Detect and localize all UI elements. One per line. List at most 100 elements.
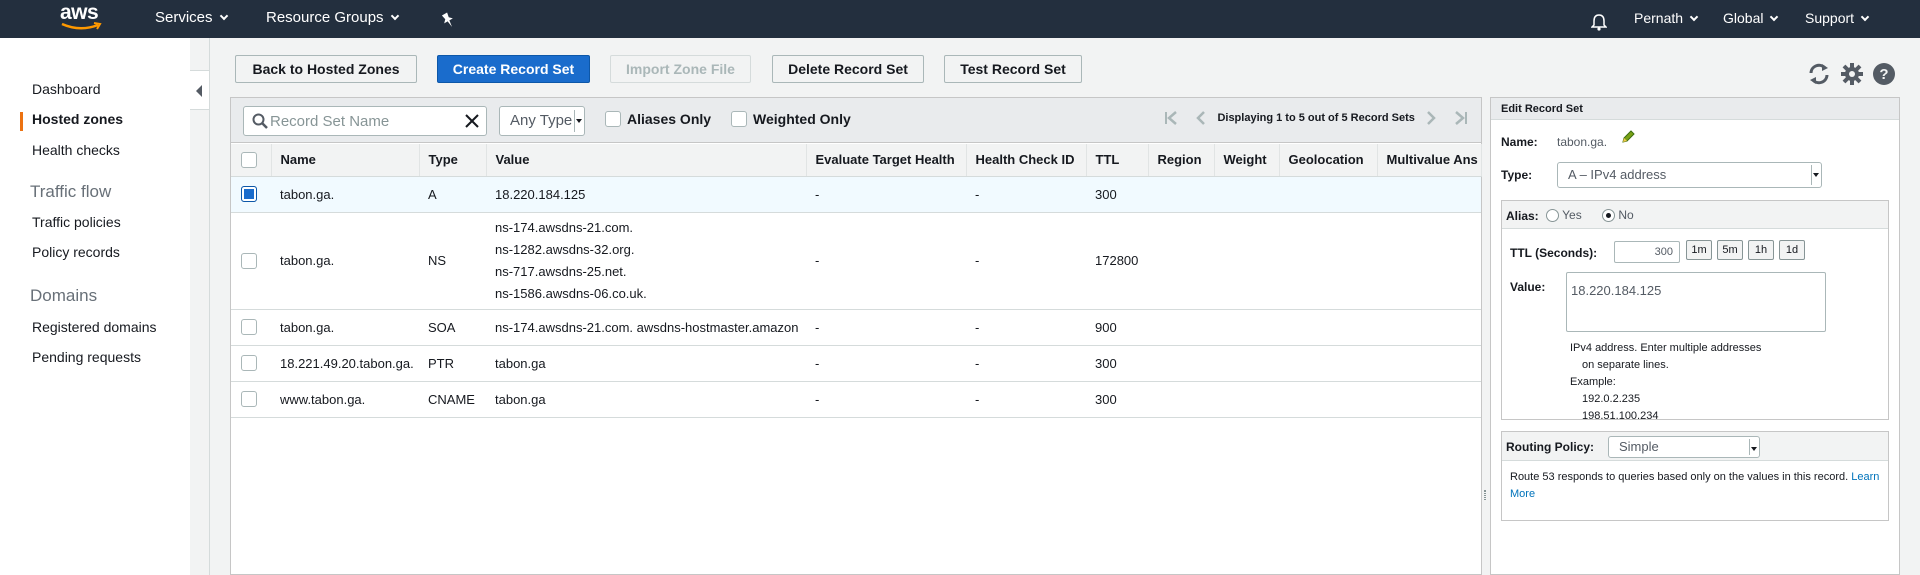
value-cell: ns-174.awsdns-21.com. ns-1282.awsdns-32.… — [486, 212, 806, 310]
record-set-name-input[interactable] — [270, 111, 470, 131]
column-header[interactable]: Health Check ID — [966, 144, 1087, 177]
column-header[interactable]: TTL — [1086, 144, 1149, 177]
column-header[interactable]: Region — [1148, 144, 1215, 177]
ttl-1d-button[interactable]: 1d — [1779, 240, 1805, 260]
sidebar-item-pending-requests[interactable]: Pending requests — [32, 349, 141, 365]
eval-cell: - — [806, 381, 966, 418]
sidebar-item-policy-records[interactable]: Policy records — [32, 244, 120, 260]
table-row[interactable]: tabon.ga. SOA ns-174.awsdns-21.com. awsd… — [231, 309, 1481, 346]
search-box[interactable] — [243, 106, 487, 136]
column-header[interactable]: Evaluate Target Health — [806, 144, 967, 177]
select-all-header — [231, 144, 272, 177]
ttl-input[interactable]: 300 — [1614, 241, 1680, 263]
sidebar-item-traffic-policies[interactable]: Traffic policies — [32, 214, 121, 230]
value-cell: tabon.ga — [486, 345, 806, 382]
import-zone-file-button[interactable]: Import Zone File — [610, 55, 751, 83]
column-header[interactable]: Name — [271, 144, 420, 177]
row-select-cell — [231, 345, 271, 382]
column-header[interactable]: Multivalue Ans — [1377, 144, 1482, 177]
first-page-icon[interactable] — [1163, 110, 1179, 126]
value-line: ns-1586.awsdns-06.co.uk. — [495, 285, 647, 301]
ttl-1h-button[interactable]: 1h — [1748, 240, 1774, 260]
region-label: Global — [1723, 10, 1764, 26]
services-menu[interactable]: Services — [155, 0, 228, 38]
alias-no-label: No — [1618, 208, 1634, 222]
routing-header: Routing Policy: Simple — [1502, 432, 1888, 461]
clear-icon[interactable] — [464, 113, 480, 129]
dropdown-arrow-icon — [574, 110, 582, 132]
bell-icon[interactable] — [1590, 9, 1608, 31]
last-page-icon[interactable] — [1453, 110, 1469, 126]
health-check-cell: - — [966, 212, 1086, 310]
weighted-only-checkbox[interactable] — [731, 111, 747, 128]
column-header[interactable]: Value — [486, 144, 807, 177]
back-to-hosted-zones-button[interactable]: Back to Hosted Zones — [235, 55, 417, 83]
create-record-set-button[interactable]: Create Record Set — [437, 55, 590, 83]
value-help: IPv4 address. Enter multiple addresses o… — [1570, 340, 1761, 425]
row-checkbox[interactable] — [241, 319, 257, 336]
pin-icon[interactable] — [440, 8, 456, 28]
ttl-1m-button[interactable]: 1m — [1686, 240, 1712, 260]
panel-resize-handle[interactable] — [1482, 97, 1490, 575]
multivalue-cell — [1377, 212, 1481, 310]
table-row[interactable]: tabon.ga. A 18.220.184.125 - - 300 — [231, 176, 1481, 213]
value-cell: 18.220.184.125 — [486, 176, 806, 213]
name-value: tabon.ga. — [1557, 135, 1608, 149]
support-label: Support — [1805, 10, 1855, 26]
weighted-only-filter[interactable]: Weighted Only — [731, 111, 851, 128]
record-type-select[interactable]: A – IPv4 address — [1557, 162, 1822, 188]
region-cell — [1148, 345, 1214, 382]
eval-cell: - — [806, 212, 966, 310]
type-cell: PTR — [419, 345, 486, 382]
select-all-checkbox[interactable] — [241, 152, 257, 169]
gear-icon[interactable] — [1840, 62, 1864, 86]
column-header[interactable]: Geolocation — [1279, 144, 1378, 177]
table-row[interactable]: 18.221.49.20.tabon.ga. PTR tabon.ga - - … — [231, 345, 1481, 382]
alias-yes-radio[interactable] — [1546, 209, 1559, 223]
aliases-only-filter[interactable]: Aliases Only — [605, 111, 711, 128]
support-menu[interactable]: Support — [1805, 0, 1870, 38]
sidebar-item-registered-domains[interactable]: Registered domains — [32, 319, 157, 335]
refresh-icon[interactable] — [1807, 62, 1831, 86]
pencil-icon[interactable] — [1621, 130, 1635, 144]
value-cell: tabon.ga — [486, 381, 806, 418]
sidebar-item-dashboard[interactable]: Dashboard — [32, 81, 101, 97]
resource-groups-label: Resource Groups — [266, 9, 384, 26]
previous-page-icon[interactable] — [1194, 110, 1208, 126]
column-header[interactable]: Type — [419, 144, 487, 177]
learn-link-text: Learn — [1851, 471, 1880, 483]
delete-record-set-button[interactable]: Delete Record Set — [772, 55, 924, 83]
resource-groups-menu[interactable]: Resource Groups — [266, 0, 399, 38]
aws-logo[interactable]: aws — [60, 2, 104, 34]
sidebar-collapse-button[interactable] — [190, 70, 210, 110]
aliases-only-label: Aliases Only — [627, 111, 712, 127]
ttl-cell: 300 — [1086, 381, 1148, 418]
user-menu[interactable]: Pernath — [1634, 0, 1699, 38]
table-row[interactable]: www.tabon.ga. CNAME tabon.ga - - 300 — [231, 381, 1481, 418]
name-cell: tabon.ga. — [271, 212, 419, 310]
sidebar-item-health-checks[interactable]: Health checks — [32, 142, 120, 158]
geolocation-cell — [1279, 309, 1377, 346]
value-textarea[interactable]: 18.220.184.125 — [1566, 272, 1826, 332]
alias-no-radio[interactable] — [1602, 209, 1615, 223]
aliases-only-checkbox[interactable] — [605, 111, 621, 128]
test-record-set-button[interactable]: Test Record Set — [944, 55, 1082, 83]
row-checkbox[interactable] — [241, 355, 257, 372]
routing-help: Route 53 responds to queries based only … — [1510, 469, 1886, 503]
sidebar-item-hosted-zones[interactable]: Hosted zones — [32, 111, 123, 127]
region-menu[interactable]: Global — [1723, 0, 1779, 38]
help-icon[interactable]: ? — [1872, 62, 1896, 86]
ttl-5m-button[interactable]: 5m — [1717, 240, 1743, 260]
table-row[interactable]: tabon.ga. NS ns-174.awsdns-21.com. ns-12… — [231, 212, 1481, 310]
record-sets-panel: Any Type Aliases Only Weighted Only Disp… — [230, 97, 1482, 575]
alias-yes-option[interactable]: Yes — [1546, 208, 1582, 223]
routing-policy-select[interactable]: Simple — [1608, 436, 1760, 458]
alias-no-option[interactable]: No — [1602, 208, 1634, 223]
row-select-cell — [231, 212, 271, 310]
row-checkbox[interactable] — [241, 186, 257, 203]
row-checkbox[interactable] — [241, 391, 257, 408]
row-checkbox[interactable] — [241, 252, 257, 269]
column-header[interactable]: Weight — [1214, 144, 1280, 177]
type-select[interactable]: Any Type — [499, 106, 585, 136]
next-page-icon[interactable] — [1424, 110, 1438, 126]
